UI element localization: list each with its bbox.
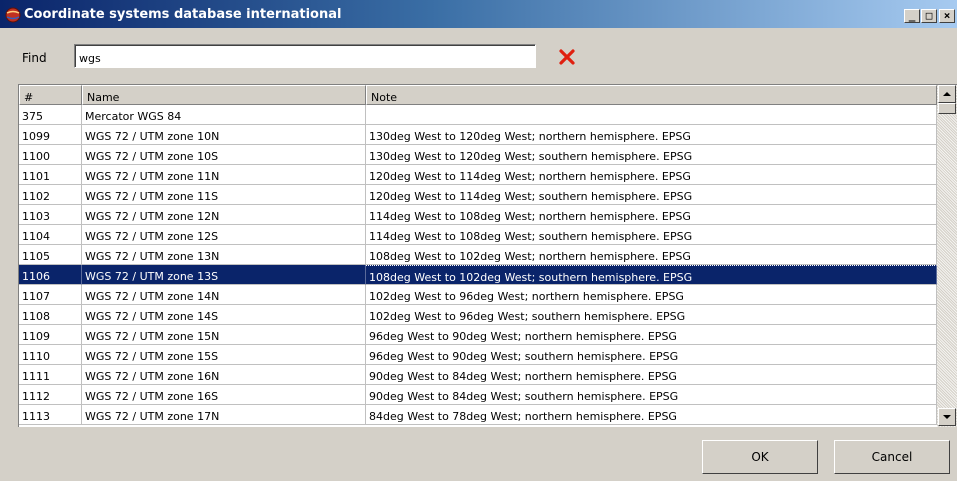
scroll-up-button[interactable] <box>938 85 956 103</box>
cell-note: 108deg West to 102deg West; southern hem… <box>366 265 937 285</box>
cell-number: 1103 <box>19 205 82 225</box>
table-row[interactable]: 1105 WGS 72 / UTM zone 13N 108deg West to … <box>19 245 937 265</box>
cell-number: 1101 <box>19 165 82 185</box>
maximize-button[interactable]: □ <box>921 9 937 23</box>
cell-number: 1108 <box>19 305 82 325</box>
column-header-number[interactable]: # <box>19 85 82 105</box>
cell-name: WGS 72 / UTM zone 16N <box>82 365 366 385</box>
table-row[interactable]: 1101 WGS 72 / UTM zone 11N 120deg West to … <box>19 165 937 185</box>
minimize-button[interactable]: _ <box>904 9 920 23</box>
cell-number: 1113 <box>19 405 82 425</box>
cell-name: WGS 72 / UTM zone 15S <box>82 345 366 365</box>
arrow-down-icon <box>943 415 951 419</box>
table-row[interactable]: 1100 WGS 72 / UTM zone 10S 130deg West to … <box>19 145 937 165</box>
cell-note: 114deg West to 108deg West; southern hem… <box>366 225 937 245</box>
cell-name: WGS 72 / UTM zone 10S <box>82 145 366 165</box>
table-row[interactable]: 1099 WGS 72 / UTM zone 10N 130deg West to … <box>19 125 937 145</box>
cell-name: WGS 72 / UTM zone 11S <box>82 185 366 205</box>
ok-button[interactable]: OK <box>702 440 818 474</box>
cell-name: WGS 72 / UTM zone 11N <box>82 165 366 185</box>
cell-number: 1104 <box>19 225 82 245</box>
close-button[interactable]: × <box>939 9 955 23</box>
cell-name: WGS 72 / UTM zone 14N <box>82 285 366 305</box>
table-row[interactable]: 1106 WGS 72 / UTM zone 13S 108deg West to … <box>19 265 937 285</box>
cell-number: 1107 <box>19 285 82 305</box>
cell-note: 130deg West to 120deg West; northern hem… <box>366 125 937 145</box>
cell-number: 1105 <box>19 245 82 265</box>
arrow-up-icon <box>943 92 951 96</box>
cancel-button[interactable]: Cancel <box>834 440 950 474</box>
cell-note: 120deg West to 114deg West; southern hem… <box>366 185 937 205</box>
cell-name: Mercator WGS 84 <box>82 105 366 125</box>
column-header-note[interactable]: Note <box>366 85 937 105</box>
table-row[interactable]: 1109 WGS 72 / UTM zone 15N 96deg West to 9… <box>19 325 937 345</box>
find-label: Find <box>22 51 47 65</box>
coordinate-systems-dialog: Coordinate systems database internationa… <box>0 0 957 481</box>
cell-number: 1111 <box>19 365 82 385</box>
table-row[interactable]: 1108 WGS 72 / UTM zone 14S 102deg West to … <box>19 305 937 325</box>
table-row[interactable]: 1112 WGS 72 / UTM zone 16S 90deg West to 8… <box>19 385 937 405</box>
cell-note: 96deg West to 90deg West; northern hemis… <box>366 325 937 345</box>
vertical-scrollbar[interactable] <box>937 85 957 427</box>
cell-name: WGS 72 / UTM zone 12N <box>82 205 366 225</box>
cell-number: 1099 <box>19 125 82 145</box>
cell-number: 1109 <box>19 325 82 345</box>
cell-number: 1112 <box>19 385 82 405</box>
cell-note: 114deg West to 108deg West; northern hem… <box>366 205 937 225</box>
cell-number: 1100 <box>19 145 82 165</box>
cell-name: WGS 72 / UTM zone 15N <box>82 325 366 345</box>
cell-number: 375 <box>19 105 82 125</box>
table-row[interactable]: 1104 WGS 72 / UTM zone 12S 114deg West to … <box>19 225 937 245</box>
find-input[interactable] <box>74 44 536 68</box>
cell-note: 108deg West to 102deg West; northern hem… <box>366 245 937 265</box>
column-header-name[interactable]: Name <box>82 85 366 105</box>
table-row[interactable]: 1107 WGS 72 / UTM zone 14N 102deg West to … <box>19 285 937 305</box>
cell-name: WGS 72 / UTM zone 12S <box>82 225 366 245</box>
table-row[interactable]: 375 Mercator WGS 84 <box>19 105 937 125</box>
title-bar[interactable]: Coordinate systems database internationa… <box>0 0 957 28</box>
scroll-thumb[interactable] <box>938 103 956 114</box>
table-row[interactable]: 1113 WGS 72 / UTM zone 17N 84deg West to 7… <box>19 405 937 425</box>
cell-note: 84deg West to 78deg West; northern hemis… <box>366 405 937 425</box>
cell-number: 1106 <box>19 265 82 285</box>
cell-note: 130deg West to 120deg West; southern hem… <box>366 145 937 165</box>
cell-note: 120deg West to 114deg West; northern hem… <box>366 165 937 185</box>
table-row[interactable]: 1111 WGS 72 / UTM zone 16N 90deg West to 8… <box>19 365 937 385</box>
cell-note: 96deg West to 90deg West; southern hemis… <box>366 345 937 365</box>
clear-search-icon[interactable] <box>556 46 578 68</box>
cell-number: 1110 <box>19 345 82 365</box>
window-title: Coordinate systems database internationa… <box>24 7 342 22</box>
cell-name: WGS 72 / UTM zone 10N <box>82 125 366 145</box>
cell-note: 90deg West to 84deg West; northern hemis… <box>366 365 937 385</box>
cell-note: 102deg West to 96deg West; southern hemi… <box>366 305 937 325</box>
cell-name: WGS 72 / UTM zone 17N <box>82 405 366 425</box>
cell-note <box>366 105 937 125</box>
cell-note: 90deg West to 84deg West; southern hemis… <box>366 385 937 405</box>
table-header: # Name Note <box>19 85 937 105</box>
coordinate-systems-table[interactable]: # Name Note 375 Mercator WGS 84 1099 WGS 72… <box>18 84 957 427</box>
app-globe-icon <box>5 7 21 23</box>
cell-name: WGS 72 / UTM zone 14S <box>82 305 366 325</box>
cell-number: 1102 <box>19 185 82 205</box>
table-row[interactable]: 1110 WGS 72 / UTM zone 15S 96deg West to 9… <box>19 345 937 365</box>
scroll-down-button[interactable] <box>938 408 956 426</box>
cell-name: WGS 72 / UTM zone 13N <box>82 245 366 265</box>
table-row[interactable]: 1103 WGS 72 / UTM zone 12N 114deg West to … <box>19 205 937 225</box>
cell-note: 102deg West to 96deg West; northern hemi… <box>366 285 937 305</box>
cell-name: WGS 72 / UTM zone 13S <box>82 265 366 285</box>
cell-name: WGS 72 / UTM zone 16S <box>82 385 366 405</box>
table-row[interactable]: 1102 WGS 72 / UTM zone 11S 120deg West to … <box>19 185 937 205</box>
